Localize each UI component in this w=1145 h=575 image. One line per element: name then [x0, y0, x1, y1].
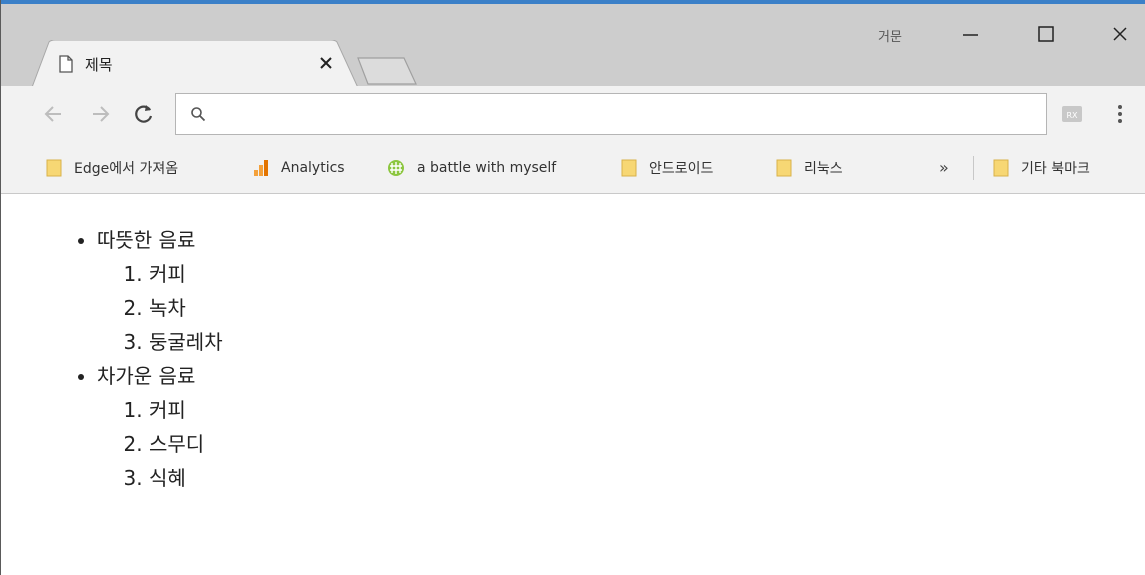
- maximize-icon[interactable]: [1023, 14, 1069, 54]
- close-tab-icon[interactable]: [315, 52, 337, 74]
- list-item: 둥굴레차: [149, 325, 223, 359]
- search-icon: [191, 107, 206, 122]
- bookmark-label: 기타 북마크: [1021, 161, 1090, 177]
- bookmark-label: Analytics: [281, 160, 345, 176]
- cold-drinks-list: 커피 스무디 식혜: [97, 393, 223, 495]
- bookmark-other-bookmarks[interactable]: 기타 북마크: [993, 156, 1090, 180]
- bookmarks-divider: [973, 156, 974, 180]
- list-item: 녹차: [149, 291, 223, 325]
- forward-arrow-icon[interactable]: [87, 101, 113, 127]
- list-item: 식혜: [149, 461, 223, 495]
- page-content: 따뜻한 음료 커피 녹차 둥굴레차 차가운 음료 커피 스무디 식혜: [2, 195, 1145, 575]
- drink-list: 따뜻한 음료 커피 녹차 둥굴레차 차가운 음료 커피 스무디 식혜: [97, 223, 223, 495]
- group-title: 따뜻한 음료: [97, 228, 196, 252]
- folder-icon: [46, 159, 62, 177]
- menu-kebab-icon[interactable]: [1111, 100, 1129, 128]
- group-title: 차가운 음료: [97, 364, 196, 388]
- svg-text:RX: RX: [1066, 111, 1078, 120]
- folder-icon: [776, 159, 792, 177]
- new-tab-button[interactable]: [356, 54, 418, 86]
- list-item-cold-drinks: 차가운 음료 커피 스무디 식혜: [97, 359, 223, 495]
- bookmark-label: a battle with myself: [417, 160, 557, 176]
- tab-title: 제목: [85, 56, 113, 74]
- list-item: 커피: [149, 393, 223, 427]
- page-icon: [59, 55, 73, 73]
- list-item: 스무디: [149, 427, 223, 461]
- bookmark-linux[interactable]: 리눅스: [776, 156, 843, 180]
- minimize-icon[interactable]: [947, 14, 993, 54]
- bookmark-android[interactable]: 안드로이드: [621, 156, 713, 180]
- reload-icon[interactable]: [131, 101, 157, 127]
- extension-icon[interactable]: RX: [1061, 104, 1083, 124]
- address-input[interactable]: [218, 100, 1028, 128]
- tab-shape: [31, 40, 361, 90]
- folder-icon: [621, 159, 637, 177]
- list-item: 커피: [149, 257, 223, 291]
- list-item-hot-drinks: 따뜻한 음료 커피 녹차 둥굴레차: [97, 223, 223, 359]
- bookmark-edge-imported[interactable]: Edge에서 가져옴: [46, 156, 178, 180]
- folder-icon: [993, 159, 1009, 177]
- bookmarks-overflow-chevron[interactable]: »: [939, 158, 949, 177]
- address-bar[interactable]: [175, 93, 1047, 135]
- close-window-icon[interactable]: [1097, 14, 1143, 54]
- hot-drinks-list: 커피 녹차 둥굴레차: [97, 257, 223, 359]
- bookmark-analytics[interactable]: Analytics: [253, 156, 345, 180]
- navigation-toolbar: RX: [1, 86, 1145, 142]
- globe-icon: [388, 160, 404, 176]
- back-arrow-icon[interactable]: [41, 101, 67, 127]
- bookmark-label: 안드로이드: [649, 161, 714, 177]
- profile-name[interactable]: 거문: [878, 26, 902, 45]
- bookmarks-bar: Edge에서 가져옴 Analytics a battle with mysel…: [1, 142, 1145, 194]
- bookmark-label: Edge에서 가져옴: [74, 161, 179, 177]
- bookmark-label: 리눅스: [804, 161, 843, 177]
- bookmark-battle-with-myself[interactable]: a battle with myself: [387, 156, 556, 180]
- analytics-icon: [254, 160, 268, 176]
- tab-active[interactable]: 제목: [31, 40, 361, 90]
- title-bar: 제목 거문: [1, 4, 1145, 90]
- browser-window: 제목 거문 RX Edge에서 가져옴 Analytics a battle w…: [0, 0, 1145, 575]
